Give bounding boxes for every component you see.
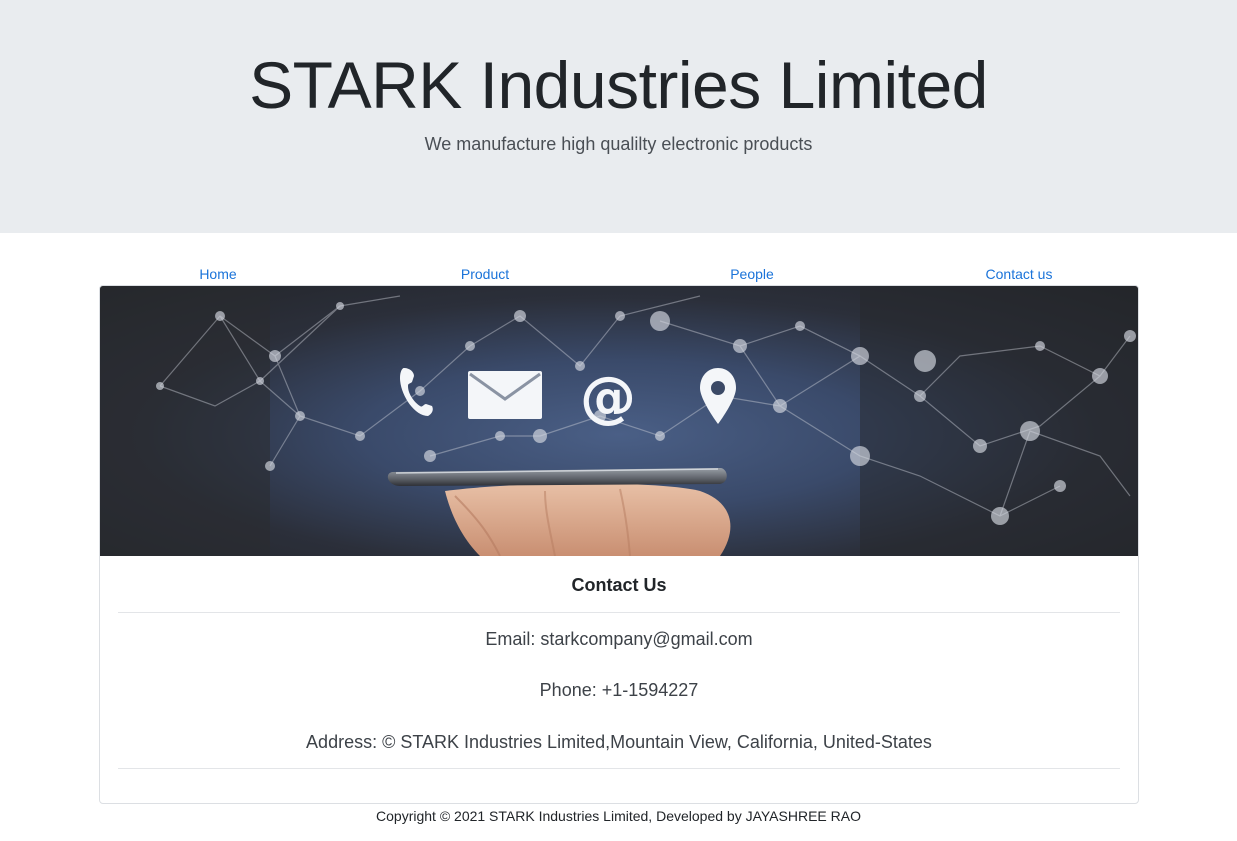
at-sign-icon: @	[580, 365, 636, 430]
location-pin-icon	[700, 368, 736, 424]
footer-copyright: Copyright © 2021 STARK Industries Limite…	[376, 808, 861, 824]
hero-illustration: @	[100, 286, 1138, 556]
site-title: STARK Industries Limited	[249, 48, 988, 122]
contact-hero-image: @	[100, 286, 1138, 556]
jumbotron-header: STARK Industries Limited We manufacture …	[0, 0, 1237, 233]
nav-link-people[interactable]: People	[652, 264, 852, 284]
contact-address: Address: © STARK Industries Limited,Moun…	[306, 732, 932, 752]
contact-phone: Phone: +1-1594227	[539, 680, 699, 700]
contact-heading: Contact Us	[571, 575, 667, 595]
main-nav: Home Product People Contact us	[100, 264, 1138, 286]
nav-link-contact-us[interactable]: Contact us	[919, 264, 1119, 284]
site-tagline: We manufacture high qualilty electronic …	[424, 134, 813, 154]
contact-email: Email: starkcompany@gmail.com	[485, 629, 753, 649]
envelope-icon	[468, 371, 542, 419]
nav-link-product[interactable]: Product	[385, 264, 585, 284]
smartphone-illustration	[387, 468, 727, 486]
divider-bottom	[118, 768, 1120, 769]
contact-card: @ Contact Us Email: starkcompany@gmail.c…	[99, 285, 1139, 804]
svg-text:@: @	[580, 365, 636, 430]
hand-illustration	[445, 483, 731, 556]
nav-link-home[interactable]: Home	[118, 264, 318, 284]
divider-top	[118, 612, 1120, 613]
